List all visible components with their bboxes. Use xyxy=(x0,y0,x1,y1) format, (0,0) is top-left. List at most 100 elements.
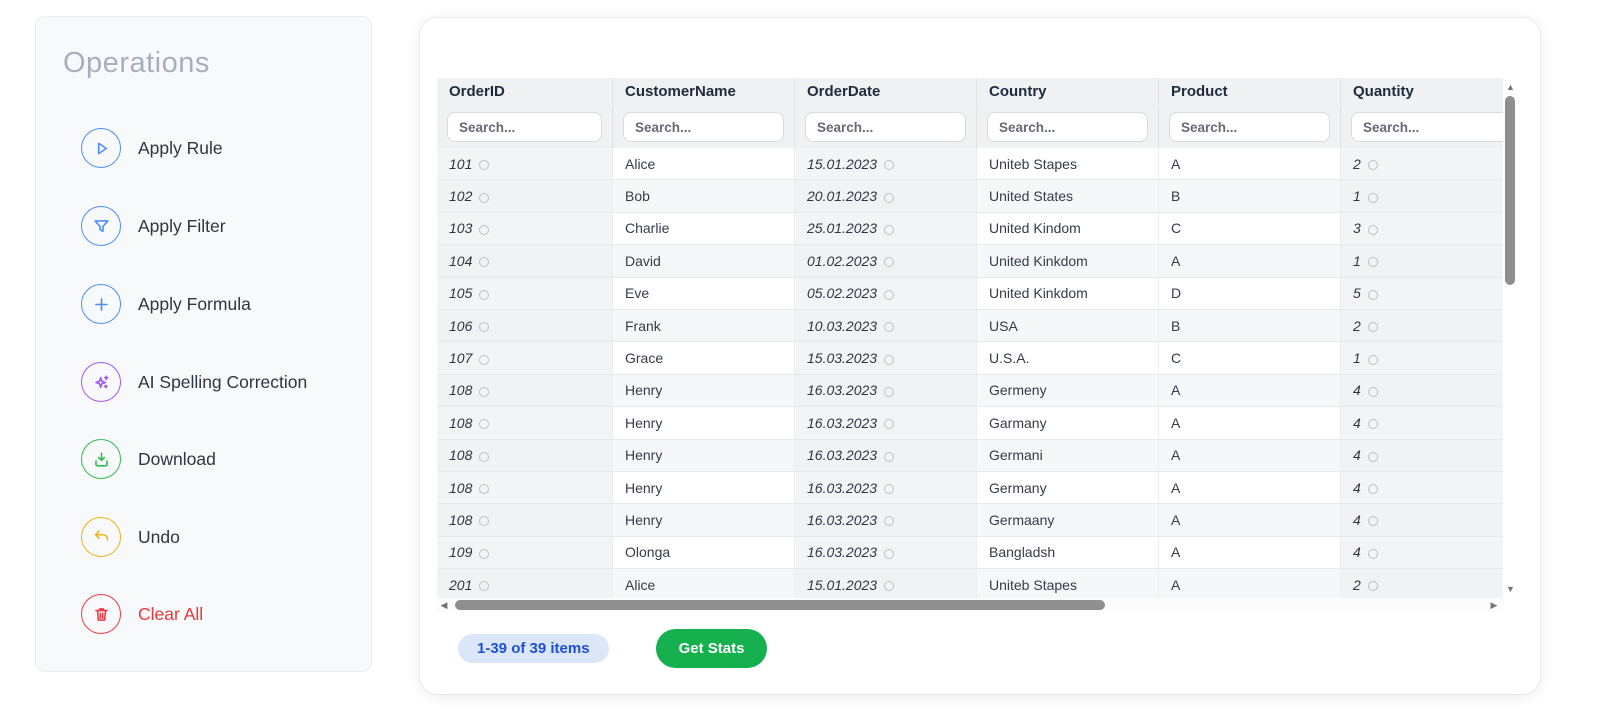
cell-orderdate: 20.01.2023 xyxy=(795,180,977,212)
cell-indicator-icon[interactable] xyxy=(479,289,490,300)
cell-indicator-icon[interactable] xyxy=(884,516,895,527)
cell-quantity: 4 xyxy=(1341,536,1503,569)
cell-indicator-icon[interactable] xyxy=(884,322,895,333)
table-row: 108 Henry 16.03.2023 Germani A 4 xyxy=(437,439,1503,472)
cell-indicator-icon[interactable] xyxy=(884,419,895,430)
cell-orderdate: 15.01.2023 xyxy=(795,148,977,180)
search-input-customername[interactable] xyxy=(623,112,784,142)
cell-indicator-icon[interactable] xyxy=(479,484,490,495)
get-stats-button[interactable]: Get Stats xyxy=(655,628,768,668)
apply-rule-button[interactable]: Apply Rule xyxy=(81,128,223,168)
cell-quantity: 2 xyxy=(1341,148,1503,180)
plus-icon xyxy=(81,284,121,324)
cell-indicator-icon[interactable] xyxy=(884,257,895,268)
search-input-orderdate[interactable] xyxy=(805,112,966,142)
column-header-quantity[interactable]: Quantity xyxy=(1341,78,1503,105)
cell-indicator-icon[interactable] xyxy=(1367,451,1378,462)
cell-indicator-icon[interactable] xyxy=(884,224,895,235)
download-button[interactable]: Download xyxy=(81,439,216,479)
cell-country: Germaany xyxy=(977,504,1159,536)
scroll-left-icon[interactable]: ◀ xyxy=(437,600,451,611)
horizontal-scroll-thumb[interactable] xyxy=(455,600,1105,610)
cell-quantity: 1 xyxy=(1341,180,1503,212)
search-input-product[interactable] xyxy=(1169,112,1330,142)
vertical-scroll-thumb[interactable] xyxy=(1505,96,1515,285)
cell-indicator-icon[interactable] xyxy=(884,386,895,397)
cell-orderdate: 16.03.2023 xyxy=(795,374,977,407)
cell-indicator-icon[interactable] xyxy=(479,451,490,462)
cell-indicator-icon[interactable] xyxy=(479,192,490,203)
cell-indicator-icon[interactable] xyxy=(1367,257,1378,268)
cell-indicator-icon[interactable] xyxy=(1367,484,1378,495)
vertical-scrollbar[interactable]: ▲ ▼ xyxy=(1503,78,1518,598)
cell-indicator-icon[interactable] xyxy=(884,548,895,559)
search-input-country[interactable] xyxy=(987,112,1148,142)
cell-indicator-icon[interactable] xyxy=(1367,322,1378,333)
grid-body: 101 Alice 15.01.2023 Uniteb Stapes A 2 102 Bob 2… xyxy=(437,148,1503,598)
cell-orderdate: 15.03.2023 xyxy=(795,342,977,374)
search-input-quantity[interactable] xyxy=(1351,112,1503,142)
table-row: 102 Bob 20.01.2023 United States B 1 xyxy=(437,180,1503,213)
cell-indicator-icon[interactable] xyxy=(1367,419,1378,430)
cell-quantity: 4 xyxy=(1341,374,1503,407)
cell-indicator-icon[interactable] xyxy=(479,419,490,430)
cell-country: Garmany xyxy=(977,407,1159,439)
column-header-customername[interactable]: CustomerName xyxy=(613,78,795,105)
cell-indicator-icon[interactable] xyxy=(1367,289,1378,300)
cell-indicator-icon[interactable] xyxy=(479,581,490,592)
cell-indicator-icon[interactable] xyxy=(479,257,490,268)
horizontal-scrollbar[interactable]: ◀ ▶ xyxy=(437,598,1503,612)
apply-filter-button[interactable]: Apply Filter xyxy=(81,206,226,246)
cell-indicator-icon[interactable] xyxy=(1367,386,1378,397)
cell-indicator-icon[interactable] xyxy=(479,516,490,527)
sparkles-icon xyxy=(81,362,121,402)
column-header-product[interactable]: Product xyxy=(1159,78,1341,105)
cell-indicator-icon[interactable] xyxy=(1367,192,1378,203)
cell-indicator-icon[interactable] xyxy=(884,484,895,495)
cell-indicator-icon[interactable] xyxy=(479,224,490,235)
column-header-country[interactable]: Country xyxy=(977,78,1159,105)
cell-orderid: 108 xyxy=(437,439,613,471)
cell-product: A xyxy=(1159,471,1341,504)
data-grid: OrderID CustomerName OrderDate Country P… xyxy=(437,78,1518,612)
column-header-orderid[interactable]: OrderID xyxy=(437,78,613,105)
table-row: 201 Alice 15.01.2023 Uniteb Stapes A 2 xyxy=(437,569,1503,598)
cell-indicator-icon[interactable] xyxy=(884,289,895,300)
cell-product: A xyxy=(1159,407,1341,439)
scroll-up-icon[interactable]: ▲ xyxy=(1504,82,1517,92)
clear-all-button[interactable]: Clear All xyxy=(81,594,203,634)
cell-indicator-icon[interactable] xyxy=(884,581,895,592)
ai-spelling-correction-button[interactable]: AI Spelling Correction xyxy=(81,362,307,402)
undo-button[interactable]: Undo xyxy=(81,517,180,557)
scroll-right-icon[interactable]: ▶ xyxy=(1487,600,1501,611)
scroll-down-icon[interactable]: ▼ xyxy=(1504,584,1517,594)
cell-country: United Kinkdom xyxy=(977,245,1159,277)
cell-indicator-icon[interactable] xyxy=(1367,548,1378,559)
cell-indicator-icon[interactable] xyxy=(479,160,490,171)
cell-indicator-icon[interactable] xyxy=(479,354,490,365)
cell-indicator-icon[interactable] xyxy=(884,354,895,365)
cell-customername: Alice xyxy=(613,569,795,598)
column-header-orderdate[interactable]: OrderDate xyxy=(795,78,977,105)
cell-quantity: 1 xyxy=(1341,245,1503,277)
trash-icon xyxy=(81,594,121,634)
cell-indicator-icon[interactable] xyxy=(479,322,490,333)
search-input-orderid[interactable] xyxy=(447,112,602,142)
cell-indicator-icon[interactable] xyxy=(884,192,895,203)
cell-indicator-icon[interactable] xyxy=(884,451,895,462)
cell-customername: Alice xyxy=(613,148,795,180)
cell-product: A xyxy=(1159,439,1341,471)
cell-indicator-icon[interactable] xyxy=(1367,581,1378,592)
cell-indicator-icon[interactable] xyxy=(1367,516,1378,527)
cell-indicator-icon[interactable] xyxy=(1367,160,1378,171)
table-row: 108 Henry 16.03.2023 Germaany A 4 xyxy=(437,504,1503,537)
cell-indicator-icon[interactable] xyxy=(479,386,490,397)
cell-indicator-icon[interactable] xyxy=(479,548,490,559)
cell-indicator-icon[interactable] xyxy=(884,160,895,171)
cell-indicator-icon[interactable] xyxy=(1367,224,1378,235)
cell-indicator-icon[interactable] xyxy=(1367,354,1378,365)
cell-product: A xyxy=(1159,245,1341,277)
clear-all-label: Clear All xyxy=(138,603,204,624)
apply-formula-button[interactable]: Apply Formula xyxy=(81,284,251,324)
table-row: 108 Henry 16.03.2023 Germeny A 4 xyxy=(437,374,1503,408)
